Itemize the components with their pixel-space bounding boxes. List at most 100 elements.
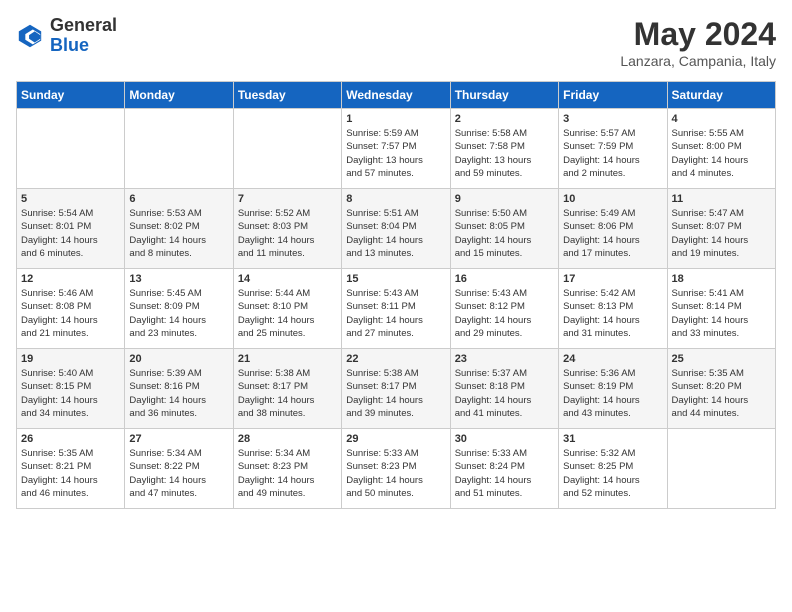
calendar-cell (667, 429, 775, 509)
day-info: Sunrise: 5:45 AM Sunset: 8:09 PM Dayligh… (129, 287, 228, 340)
day-info: Sunrise: 5:34 AM Sunset: 8:22 PM Dayligh… (129, 447, 228, 500)
day-number: 23 (455, 353, 554, 365)
calendar-cell (125, 109, 233, 189)
logo-general: General (50, 16, 117, 36)
logo-blue: Blue (50, 36, 117, 56)
logo: General Blue (16, 16, 117, 56)
calendar-cell: 11Sunrise: 5:47 AM Sunset: 8:07 PM Dayli… (667, 189, 775, 269)
day-number: 31 (563, 433, 662, 445)
calendar-cell: 6 Sunrise: 5:53 AM Sunset: 8:02 PM Daylig… (125, 189, 233, 269)
title-block: May 2024 Lanzara, Campania, Italy (620, 16, 776, 69)
weekday-header-tuesday: Tuesday (233, 82, 341, 109)
day-number: 6 (129, 193, 228, 205)
calendar-cell: 7 Sunrise: 5:52 AM Sunset: 8:03 PM Daylig… (233, 189, 341, 269)
calendar-cell: 15 Sunrise: 5:43 AM Sunset: 8:11 PM Dayli… (342, 269, 450, 349)
day-number: 5 (21, 193, 120, 205)
logo-text: General Blue (50, 16, 117, 56)
day-info: Sunrise: 5:44 AM Sunset: 8:10 PM Dayligh… (238, 287, 337, 340)
calendar-cell: 3 Sunrise: 5:57 AM Sunset: 7:59 PM Daylig… (559, 109, 667, 189)
day-number: 13 (129, 273, 228, 285)
day-number: 18 (672, 273, 771, 285)
calendar-cell: 8 Sunrise: 5:51 AM Sunset: 8:04 PM Daylig… (342, 189, 450, 269)
day-info: Sunrise: 5:50 AM Sunset: 8:05 PM Dayligh… (455, 207, 554, 260)
day-number: 15 (346, 273, 445, 285)
weekday-header-monday: Monday (125, 82, 233, 109)
day-number: 8 (346, 193, 445, 205)
calendar-week-row: 5 Sunrise: 5:54 AM Sunset: 8:01 PM Daylig… (17, 189, 776, 269)
calendar-cell: 31 Sunrise: 5:32 AM Sunset: 8:25 PM Dayli… (559, 429, 667, 509)
day-info: Sunrise: 5:42 AM Sunset: 8:13 PM Dayligh… (563, 287, 662, 340)
day-info: Sunrise: 5:33 AM Sunset: 8:24 PM Dayligh… (455, 447, 554, 500)
calendar-title: May 2024 (620, 16, 776, 53)
day-info: Sunrise: 5:59 AM Sunset: 7:57 PM Dayligh… (346, 127, 445, 180)
calendar-cell (17, 109, 125, 189)
day-number: 3 (563, 113, 662, 125)
weekday-header-saturday: Saturday (667, 82, 775, 109)
logo-icon (16, 22, 44, 50)
day-number: 2 (455, 113, 554, 125)
calendar-cell: 17Sunrise: 5:42 AM Sunset: 8:13 PM Dayli… (559, 269, 667, 349)
calendar-week-row: 26 Sunrise: 5:35 AM Sunset: 8:21 PM Dayli… (17, 429, 776, 509)
calendar-week-row: 19Sunrise: 5:40 AM Sunset: 8:15 PM Dayli… (17, 349, 776, 429)
weekday-header-friday: Friday (559, 82, 667, 109)
day-info: Sunrise: 5:32 AM Sunset: 8:25 PM Dayligh… (563, 447, 662, 500)
day-number: 20 (129, 353, 228, 365)
day-info: Sunrise: 5:57 AM Sunset: 7:59 PM Dayligh… (563, 127, 662, 180)
day-info: Sunrise: 5:38 AM Sunset: 8:17 PM Dayligh… (346, 367, 445, 420)
calendar-cell: 22 Sunrise: 5:38 AM Sunset: 8:17 PM Dayli… (342, 349, 450, 429)
calendar-body: 1 Sunrise: 5:59 AM Sunset: 7:57 PM Daylig… (17, 109, 776, 509)
calendar-cell: 24 Sunrise: 5:36 AM Sunset: 8:19 PM Dayli… (559, 349, 667, 429)
day-info: Sunrise: 5:39 AM Sunset: 8:16 PM Dayligh… (129, 367, 228, 420)
day-info: Sunrise: 5:47 AM Sunset: 8:07 PM Dayligh… (672, 207, 771, 260)
day-info: Sunrise: 5:54 AM Sunset: 8:01 PM Dayligh… (21, 207, 120, 260)
day-info: Sunrise: 5:51 AM Sunset: 8:04 PM Dayligh… (346, 207, 445, 260)
calendar-cell: 19Sunrise: 5:40 AM Sunset: 8:15 PM Dayli… (17, 349, 125, 429)
day-number: 19 (21, 353, 120, 365)
day-info: Sunrise: 5:53 AM Sunset: 8:02 PM Dayligh… (129, 207, 228, 260)
day-number: 16 (455, 273, 554, 285)
day-info: Sunrise: 5:35 AM Sunset: 8:21 PM Dayligh… (21, 447, 120, 500)
calendar-subtitle: Lanzara, Campania, Italy (620, 53, 776, 69)
day-info: Sunrise: 5:36 AM Sunset: 8:19 PM Dayligh… (563, 367, 662, 420)
calendar-cell: 13 Sunrise: 5:45 AM Sunset: 8:09 PM Dayli… (125, 269, 233, 349)
calendar-cell: 21 Sunrise: 5:38 AM Sunset: 8:17 PM Dayli… (233, 349, 341, 429)
calendar-cell: 28Sunrise: 5:34 AM Sunset: 8:23 PM Dayli… (233, 429, 341, 509)
weekday-header-row: SundayMondayTuesdayWednesdayThursdayFrid… (17, 82, 776, 109)
calendar-cell: 29Sunrise: 5:33 AM Sunset: 8:23 PM Dayli… (342, 429, 450, 509)
day-number: 9 (455, 193, 554, 205)
calendar-cell: 9 Sunrise: 5:50 AM Sunset: 8:05 PM Daylig… (450, 189, 558, 269)
day-number: 22 (346, 353, 445, 365)
calendar-week-row: 12 Sunrise: 5:46 AM Sunset: 8:08 PM Dayli… (17, 269, 776, 349)
day-number: 24 (563, 353, 662, 365)
day-number: 26 (21, 433, 120, 445)
day-info: Sunrise: 5:52 AM Sunset: 8:03 PM Dayligh… (238, 207, 337, 260)
day-info: Sunrise: 5:41 AM Sunset: 8:14 PM Dayligh… (672, 287, 771, 340)
day-info: Sunrise: 5:46 AM Sunset: 8:08 PM Dayligh… (21, 287, 120, 340)
day-number: 12 (21, 273, 120, 285)
calendar-cell (233, 109, 341, 189)
day-info: Sunrise: 5:43 AM Sunset: 8:12 PM Dayligh… (455, 287, 554, 340)
day-info: Sunrise: 5:35 AM Sunset: 8:20 PM Dayligh… (672, 367, 771, 420)
weekday-header-wednesday: Wednesday (342, 82, 450, 109)
day-number: 27 (129, 433, 228, 445)
day-number: 10 (563, 193, 662, 205)
calendar-cell: 30 Sunrise: 5:33 AM Sunset: 8:24 PM Dayli… (450, 429, 558, 509)
calendar-cell: 14Sunrise: 5:44 AM Sunset: 8:10 PM Dayli… (233, 269, 341, 349)
day-info: Sunrise: 5:43 AM Sunset: 8:11 PM Dayligh… (346, 287, 445, 340)
calendar-header: SundayMondayTuesdayWednesdayThursdayFrid… (17, 82, 776, 109)
day-number: 1 (346, 113, 445, 125)
day-number: 21 (238, 353, 337, 365)
calendar-week-row: 1 Sunrise: 5:59 AM Sunset: 7:57 PM Daylig… (17, 109, 776, 189)
day-info: Sunrise: 5:49 AM Sunset: 8:06 PM Dayligh… (563, 207, 662, 260)
calendar-cell: 26 Sunrise: 5:35 AM Sunset: 8:21 PM Dayli… (17, 429, 125, 509)
day-number: 30 (455, 433, 554, 445)
day-number: 4 (672, 113, 771, 125)
page-header: General Blue May 2024 Lanzara, Campania,… (16, 16, 776, 69)
calendar-cell: 2 Sunrise: 5:58 AM Sunset: 7:58 PM Daylig… (450, 109, 558, 189)
day-info: Sunrise: 5:38 AM Sunset: 8:17 PM Dayligh… (238, 367, 337, 420)
day-number: 29 (346, 433, 445, 445)
day-number: 7 (238, 193, 337, 205)
day-info: Sunrise: 5:37 AM Sunset: 8:18 PM Dayligh… (455, 367, 554, 420)
day-info: Sunrise: 5:58 AM Sunset: 7:58 PM Dayligh… (455, 127, 554, 180)
calendar-cell: 18 Sunrise: 5:41 AM Sunset: 8:14 PM Dayli… (667, 269, 775, 349)
